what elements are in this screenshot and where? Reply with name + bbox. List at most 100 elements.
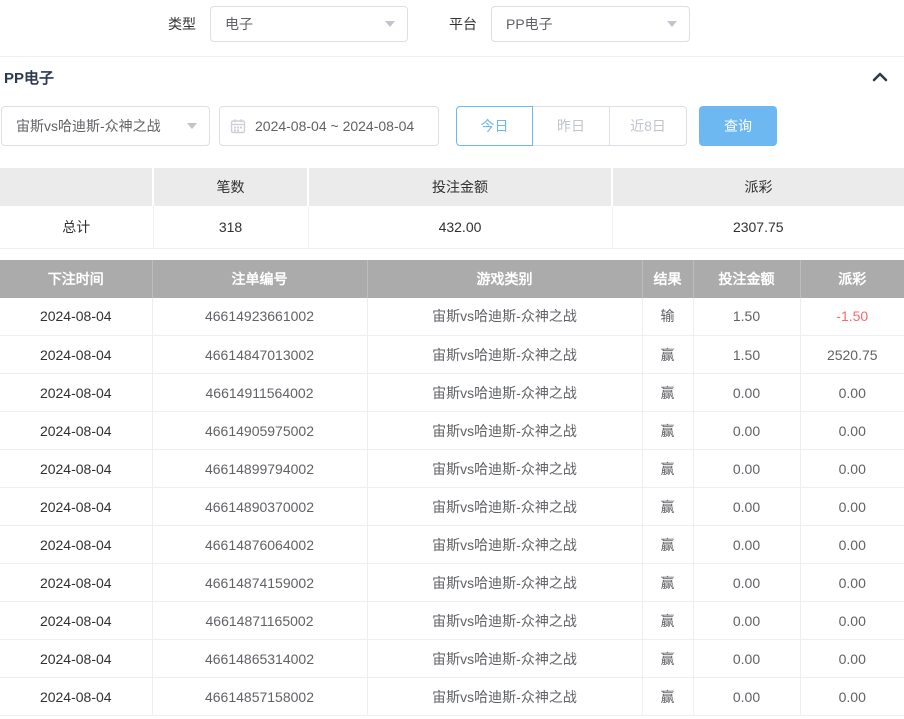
bet-cell-payout: 0.00: [800, 602, 904, 640]
bet-table-row: 2024-08-04 46614905975002 宙斯vs哈迪斯-众神之战 赢…: [0, 412, 904, 450]
bet-cell-payout: 0.00: [800, 526, 904, 564]
bet-header-time: 下注时间: [0, 260, 152, 298]
summary-header-row: 笔数 投注金额 派彩: [0, 168, 904, 206]
bet-cell-payout: 0.00: [800, 450, 904, 488]
last-8-days-button[interactable]: 近8日: [610, 106, 687, 146]
bet-cell-order-id: 46614876064002: [152, 526, 367, 564]
bet-header-order-id: 注单编号: [152, 260, 367, 298]
caret-down-icon: [385, 21, 395, 27]
bet-cell-result: 赢: [642, 336, 693, 374]
bet-table-row: 2024-08-04 46614899794002 宙斯vs哈迪斯-众神之战 赢…: [0, 450, 904, 488]
chevron-up-icon: [872, 72, 888, 82]
bet-cell-payout: 0.00: [800, 488, 904, 526]
bet-cell-game: 宙斯vs哈迪斯-众神之战: [367, 640, 642, 678]
calendar-icon: [230, 118, 246, 134]
bet-cell-bet-amount: 0.00: [693, 640, 800, 678]
bet-header-payout: 派彩: [800, 260, 904, 298]
summary-total-row: 总计 318 432.00 2307.75: [0, 206, 904, 248]
bet-cell-order-id: 46614857158002: [152, 678, 367, 716]
bet-table-row: 2024-08-04 46614923661002 宙斯vs哈迪斯-众神之战 输…: [0, 298, 904, 336]
bet-cell-game: 宙斯vs哈迪斯-众神之战: [367, 564, 642, 602]
bet-cell-date: 2024-08-04: [0, 450, 152, 488]
today-button[interactable]: 今日: [456, 106, 533, 146]
bet-cell-result: 赢: [642, 640, 693, 678]
bet-cell-order-id: 46614905975002: [152, 412, 367, 450]
summary-header-bet-amount: 投注金额: [308, 168, 612, 206]
game-select[interactable]: 宙斯vs哈迪斯-众神之战: [1, 106, 210, 146]
type-label: 类型: [168, 14, 196, 34]
bet-cell-order-id: 46614923661002: [152, 298, 367, 336]
bet-cell-order-id: 46614847013002: [152, 336, 367, 374]
summary-total-count: 318: [153, 206, 308, 248]
bet-cell-order-id: 46614899794002: [152, 450, 367, 488]
bet-cell-game: 宙斯vs哈迪斯-众神之战: [367, 336, 642, 374]
bet-cell-date: 2024-08-04: [0, 564, 152, 602]
bet-table-row: 2024-08-04 46614876064002 宙斯vs哈迪斯-众神之战 赢…: [0, 526, 904, 564]
bet-header-result: 结果: [642, 260, 693, 298]
bet-cell-payout: -1.50: [800, 298, 904, 336]
bet-cell-bet-amount: 1.50: [693, 336, 800, 374]
bet-cell-date: 2024-08-04: [0, 336, 152, 374]
platform-select[interactable]: PP电子: [491, 6, 690, 42]
section-filter-row: 宙斯vs哈迪斯-众神之战 2024-08-04 ~ 2024-08-04 今日 …: [0, 106, 904, 146]
bet-cell-game: 宙斯vs哈迪斯-众神之战: [367, 374, 642, 412]
yesterday-button[interactable]: 昨日: [533, 106, 610, 146]
bet-cell-result: 赢: [642, 374, 693, 412]
bet-table-row: 2024-08-04 46614890370002 宙斯vs哈迪斯-众神之战 赢…: [0, 488, 904, 526]
bet-cell-date: 2024-08-04: [0, 412, 152, 450]
bet-cell-result: 赢: [642, 526, 693, 564]
platform-select-value: PP电子: [506, 14, 553, 34]
collapse-button[interactable]: [872, 72, 888, 82]
bet-table-row: 2024-08-04 46614871165002 宙斯vs哈迪斯-众神之战 赢…: [0, 602, 904, 640]
bet-cell-bet-amount: 0.00: [693, 602, 800, 640]
query-button[interactable]: 查询: [699, 106, 777, 146]
bet-cell-date: 2024-08-04: [0, 640, 152, 678]
bet-cell-bet-amount: 0.00: [693, 564, 800, 602]
bet-table-row: 2024-08-04 46614857158002 宙斯vs哈迪斯-众神之战 赢…: [0, 678, 904, 716]
bet-cell-game: 宙斯vs哈迪斯-众神之战: [367, 298, 642, 336]
bet-table-header-row: 下注时间 注单编号 游戏类别 结果 投注金额 派彩: [0, 260, 904, 298]
bet-cell-bet-amount: 0.00: [693, 526, 800, 564]
game-select-value: 宙斯vs哈迪斯-众神之战: [16, 116, 161, 136]
quick-date-button-group: 今日 昨日 近8日: [456, 106, 687, 146]
caret-down-icon: [667, 21, 677, 27]
bet-cell-payout: 0.00: [800, 640, 904, 678]
summary-table: 笔数 投注金额 派彩 总计 318 432.00 2307.75: [0, 168, 904, 249]
bet-cell-bet-amount: 1.50: [693, 298, 800, 336]
bet-cell-date: 2024-08-04: [0, 298, 152, 336]
bet-cell-payout: 2520.75: [800, 336, 904, 374]
bet-cell-game: 宙斯vs哈迪斯-众神之战: [367, 488, 642, 526]
bet-cell-game: 宙斯vs哈迪斯-众神之战: [367, 526, 642, 564]
bet-records-table: 下注时间 注单编号 游戏类别 结果 投注金额 派彩 2024-08-04 466…: [0, 260, 904, 717]
bet-cell-game: 宙斯vs哈迪斯-众神之战: [367, 450, 642, 488]
summary-total-payout: 2307.75: [612, 206, 904, 248]
bet-cell-result: 赢: [642, 412, 693, 450]
bet-cell-bet-amount: 0.00: [693, 374, 800, 412]
bet-cell-order-id: 46614911564002: [152, 374, 367, 412]
bet-cell-payout: 0.00: [800, 564, 904, 602]
summary-total-bet-amount: 432.00: [308, 206, 612, 248]
bet-header-game-category: 游戏类别: [367, 260, 642, 298]
summary-header-payout: 派彩: [612, 168, 904, 206]
bet-cell-result: 赢: [642, 564, 693, 602]
bet-cell-order-id: 46614871165002: [152, 602, 367, 640]
date-range-picker[interactable]: 2024-08-04 ~ 2024-08-04: [219, 106, 439, 146]
bet-cell-bet-amount: 0.00: [693, 678, 800, 716]
type-select[interactable]: 电子: [210, 6, 408, 42]
bet-cell-bet-amount: 0.00: [693, 450, 800, 488]
platform-label: 平台: [449, 14, 477, 34]
summary-header-empty: [0, 168, 153, 206]
bet-cell-date: 2024-08-04: [0, 488, 152, 526]
bet-cell-bet-amount: 0.00: [693, 412, 800, 450]
bet-table-row: 2024-08-04 46614874159002 宙斯vs哈迪斯-众神之战 赢…: [0, 564, 904, 602]
bet-cell-result: 赢: [642, 678, 693, 716]
bet-cell-order-id: 46614874159002: [152, 564, 367, 602]
bet-cell-result: 赢: [642, 450, 693, 488]
bet-header-bet-amount: 投注金额: [693, 260, 800, 298]
bet-cell-result: 赢: [642, 602, 693, 640]
bet-table-row: 2024-08-04 46614847013002 宙斯vs哈迪斯-众神之战 赢…: [0, 336, 904, 374]
bet-table-row: 2024-08-04 46614911564002 宙斯vs哈迪斯-众神之战 赢…: [0, 374, 904, 412]
section-header: PP电子: [0, 57, 904, 87]
summary-total-label: 总计: [0, 206, 153, 248]
bet-cell-payout: 0.00: [800, 374, 904, 412]
